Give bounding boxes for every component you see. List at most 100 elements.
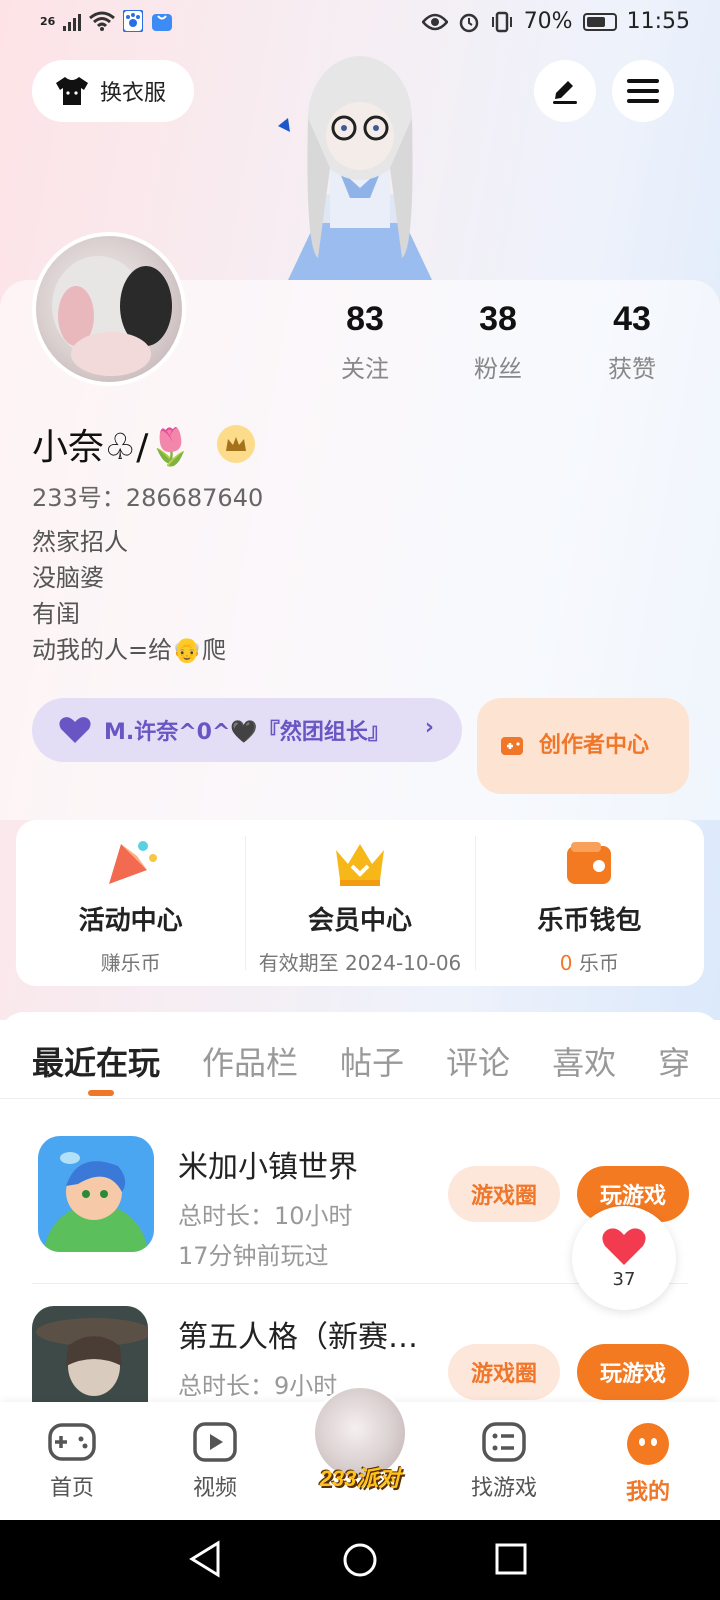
user-id: 233号：286687640 [32, 484, 264, 512]
crown-icon [335, 844, 384, 886]
profile-face-icon [627, 1423, 669, 1465]
membership-center-button[interactable]: 会员中心 有效期至 2024-10-06 [245, 820, 474, 986]
username: 小奈♧/🌷 [32, 418, 256, 470]
bio-line: 有闺 [32, 600, 80, 628]
game-last-played: 17分钟前玩过 [178, 1242, 329, 1270]
membership-center-label: 会员中心 [307, 906, 412, 936]
wallet-icon [567, 842, 612, 884]
video-icon [193, 1422, 237, 1462]
gamepad-icon [48, 1423, 96, 1461]
tab-posts[interactable]: 帖子 [340, 1038, 404, 1084]
stat-number: 43 [613, 300, 651, 338]
stat-following[interactable]: 83 关注 [305, 300, 425, 384]
creator-label: 创作者中心 [539, 733, 650, 758]
nav-party[interactable]: 233派对 [308, 1385, 412, 1509]
edit-profile-button[interactable] [534, 60, 596, 122]
paw-app-icon [123, 10, 144, 32]
clock: 11:55 [626, 9, 690, 34]
status-bar: 26 70% 11:55 [0, 0, 720, 48]
party-popper-icon [108, 841, 157, 884]
change-outfit-button[interactable]: 换衣服 [32, 60, 194, 122]
play-game-button[interactable]: 玩游戏 [577, 1344, 689, 1400]
nav-video-label: 视频 [192, 1476, 237, 1501]
stat-label: 关注 [341, 355, 389, 383]
battery-icon [582, 12, 617, 31]
back-icon[interactable] [188, 1540, 222, 1578]
username-text: 小奈♧/🌷 [32, 427, 194, 468]
wifi-icon [89, 11, 116, 31]
game-duration: 总时长：10小时 [178, 1202, 353, 1230]
eye-icon [421, 13, 448, 30]
creator-icon [501, 737, 523, 755]
creator-center-button[interactable]: 创作者中心 [477, 698, 689, 794]
tab-comments[interactable]: 评论 [446, 1038, 510, 1084]
battery-percent: 70% [523, 9, 573, 34]
recents-icon[interactable] [494, 1542, 528, 1576]
tab-works[interactable]: 作品栏 [202, 1038, 298, 1084]
avatar[interactable] [32, 232, 186, 386]
pen-icon [553, 81, 577, 104]
heart-icon [59, 717, 91, 743]
coin-balance: 0 乐币 [560, 947, 619, 976]
coin-wallet-label: 乐币钱包 [537, 906, 642, 936]
stat-followers[interactable]: 38 粉丝 [438, 300, 558, 384]
game-icon-miga [38, 1136, 154, 1252]
heart-icon [602, 1227, 646, 1265]
nav-video[interactable]: 视频 [160, 1422, 270, 1502]
menu-icon [627, 79, 659, 103]
stat-label: 获赞 [608, 355, 656, 383]
vip-crown-icon[interactable] [217, 425, 256, 463]
like-count: 37 [612, 1268, 636, 1290]
list-icon [482, 1422, 526, 1462]
bio-line: 没脑婆 [32, 564, 104, 592]
system-navigation-bar [0, 1520, 720, 1600]
bio: 然家招人 没脑婆 有闺 动我的人=给👴爬 [32, 524, 226, 668]
vibrate-icon [491, 11, 512, 32]
stat-likes[interactable]: 43 获赞 [572, 300, 692, 384]
activity-center-button[interactable]: 活动中心 赚乐币 [16, 820, 245, 986]
membership-expiry: 有效期至 2024-10-06 [258, 951, 462, 975]
tab-likes[interactable]: 喜欢 [552, 1038, 616, 1084]
tshirt-icon [56, 77, 88, 105]
activity-center-label: 活动中心 [78, 906, 183, 936]
bio-line: 动我的人=给👴爬 [32, 636, 226, 664]
change-outfit-label: 换衣服 [100, 81, 167, 106]
game-name: 米加小镇世界 [178, 1150, 358, 1185]
alarm-icon [459, 13, 478, 32]
network-label: 26 [40, 14, 56, 28]
menu-button[interactable] [612, 60, 674, 122]
stat-label: 粉丝 [474, 355, 522, 383]
activity-center-sub: 赚乐币 [100, 951, 161, 975]
stat-number: 83 [346, 300, 384, 338]
game-name: 第五人格（新赛… [178, 1320, 418, 1355]
like-floating-button[interactable]: 37 [572, 1206, 676, 1310]
nav-home[interactable]: 首页 [17, 1422, 127, 1502]
nav-home-label: 首页 [49, 1476, 94, 1501]
chevron-right-icon: › [424, 715, 434, 740]
game-circle-button[interactable]: 游戏圈 [448, 1344, 560, 1400]
tab-outfits[interactable]: 穿 [658, 1038, 690, 1084]
bio-line: 然家招人 [32, 528, 128, 556]
coin-balance-number: 0 [559, 951, 573, 975]
coin-wallet-button[interactable]: 乐币钱包 0 乐币 [474, 820, 704, 986]
coin-balance-unit: 乐币 [572, 951, 619, 975]
party-logo: 233派对 [319, 1466, 401, 1491]
bag-app-icon [152, 14, 173, 31]
tab-recently-played[interactable]: 最近在玩 [32, 1038, 160, 1084]
team-label: M.许奈^0^🖤『然团组长』 [104, 720, 390, 745]
team-badge-button[interactable]: M.许奈^0^🖤『然团组长』 › [32, 698, 462, 762]
game-circle-button[interactable]: 游戏圈 [448, 1166, 560, 1222]
nav-mine[interactable]: 我的 [593, 1422, 703, 1506]
quick-actions-card: 活动中心 赚乐币 会员中心 有效期至 2024-10-06 乐币钱包 0 乐币 [16, 820, 704, 986]
stat-number: 38 [479, 300, 517, 338]
avatar-image [52, 256, 172, 376]
game-icon-identity-v [32, 1306, 148, 1402]
home-icon[interactable] [342, 1542, 378, 1578]
signal-icon [63, 11, 82, 31]
profile-tabs: 最近在玩 作品栏 帖子 评论 喜欢 穿 [32, 1038, 690, 1084]
active-tab-indicator [88, 1090, 114, 1096]
avatar-figure-image [278, 56, 432, 280]
nav-mine-label: 我的 [625, 1480, 670, 1505]
nav-find-games[interactable]: 找游戏 [449, 1422, 559, 1502]
divider [0, 1098, 720, 1099]
